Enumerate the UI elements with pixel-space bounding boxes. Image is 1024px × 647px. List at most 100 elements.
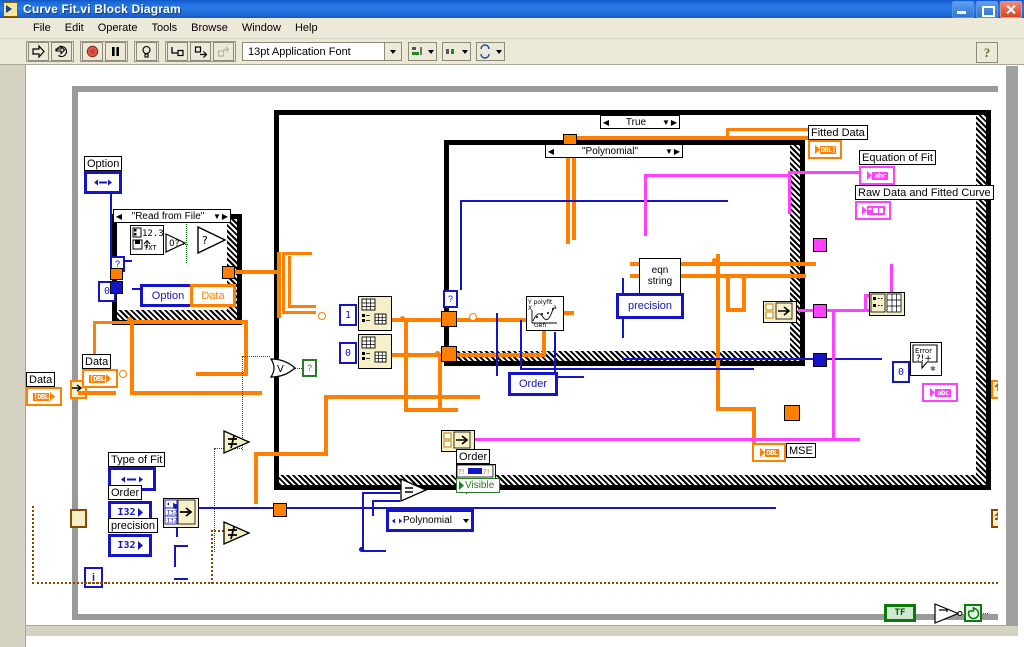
- option-local[interactable]: Option: [140, 284, 196, 307]
- raw-data-and-fitted-curve-indicator[interactable]: [855, 201, 891, 220]
- index-array-node-zero[interactable]: [358, 334, 392, 369]
- eqn-string-subvi[interactable]: eqn string: [639, 258, 681, 294]
- not-equal-node-lower[interactable]: [223, 521, 251, 545]
- menu-window[interactable]: Window: [235, 20, 288, 36]
- order-property-visible-row[interactable]: Visible: [456, 478, 500, 493]
- poly-tunnel-bottom[interactable]: [784, 405, 800, 421]
- case-next-arrow-icon[interactable]: ▶: [670, 118, 678, 127]
- data-inner-type-label: [DBL: [88, 374, 106, 383]
- reorder-button[interactable]: [476, 42, 505, 61]
- distribute-objects-button[interactable]: [442, 42, 471, 61]
- menu-help[interactable]: Help: [288, 20, 325, 36]
- maximize-button[interactable]: [976, 0, 998, 18]
- wire-pink-eqn-up: [644, 174, 647, 236]
- option-control[interactable]: [84, 171, 122, 194]
- menu-operate[interactable]: Operate: [91, 20, 145, 36]
- poly-next-arrow-icon[interactable]: ▶: [673, 147, 681, 156]
- index-constant-zero-b[interactable]: 0: [339, 342, 357, 364]
- general-error-handler-vi[interactable]: Error ?!+ ✱: [910, 342, 942, 376]
- index-constant-one[interactable]: 1: [339, 304, 357, 326]
- abort-execution-icon[interactable]: [82, 42, 103, 61]
- wire-blue-poly-const: [372, 500, 374, 516]
- loop-condition-terminal[interactable]: [964, 604, 982, 622]
- stop-boolean-control[interactable]: TF: [884, 604, 916, 622]
- rff-input-tunnel-blue[interactable]: [110, 281, 123, 294]
- wire-tunnel-poly-1: [474, 318, 534, 322]
- order-local[interactable]: Order: [508, 372, 558, 396]
- outer-case-tunnel-pink-2[interactable]: [813, 304, 827, 318]
- error-string-indicator[interactable]: abc: [922, 383, 958, 402]
- general-polynomial-fit-vi[interactable]: Y polyfit X a Gen: [526, 296, 564, 331]
- poly-prev-arrow-icon[interactable]: ◀: [547, 147, 555, 156]
- precision-local[interactable]: precision: [616, 293, 684, 319]
- step-over-icon[interactable]: [190, 42, 211, 61]
- menu-tools[interactable]: Tools: [144, 20, 184, 36]
- rff-input-tunnel[interactable]: [110, 268, 123, 280]
- enum-dropdown-arrow-icon[interactable]: [463, 518, 469, 523]
- shift-register-left-error[interactable]: [70, 509, 87, 528]
- run-arrow-icon[interactable]: [28, 42, 49, 61]
- outer-case-tunnel-blue[interactable]: [813, 353, 827, 367]
- highlight-execution-bulb-icon[interactable]: [136, 42, 157, 61]
- align-objects-button[interactable]: [408, 42, 437, 61]
- rff-dropdown-arrow-icon[interactable]: ▼: [213, 212, 221, 221]
- labview-block-diagram-window: Curve Fit.vi Block Diagram File Edit Ope…: [0, 0, 1024, 647]
- case-prev-arrow-icon[interactable]: ◀: [602, 118, 610, 127]
- continue-if-true-icon: [967, 606, 979, 619]
- wire-blue-prec1: [520, 320, 522, 368]
- select-node-upper[interactable]: ?: [197, 225, 227, 255]
- poly-dropdown-arrow-icon[interactable]: ▼: [665, 147, 673, 156]
- fitted-data-indicator[interactable]: DBL]: [808, 140, 842, 159]
- build-array-node[interactable]: [869, 292, 905, 316]
- case-selector-true[interactable]: ◀ True ▼ ▶: [600, 115, 680, 129]
- bundle-node-controls[interactable]: I32 I32: [163, 498, 199, 528]
- equation-of-fit-indicator[interactable]: abc: [859, 166, 895, 185]
- index-array-node-one[interactable]: [358, 296, 392, 331]
- font-selector[interactable]: 13pt Application Font: [242, 42, 402, 61]
- or-node[interactable]: V: [269, 358, 296, 378]
- mse-indicator[interactable]: DBL: [752, 443, 786, 462]
- svg-text:Gen: Gen: [534, 322, 546, 329]
- empty-array-test-node[interactable]: 0?: [165, 233, 187, 253]
- wire-pink-left-bus-up: [832, 309, 835, 441]
- menu-edit[interactable]: Edit: [58, 20, 91, 36]
- step-out-icon[interactable]: [213, 42, 234, 61]
- svg-text:✱: ✱: [930, 365, 936, 373]
- read-from-spreadsheet-file-vi[interactable]: 12.3 TXT: [130, 225, 164, 255]
- iteration-terminal: i: [84, 567, 103, 588]
- precision-control[interactable]: I32: [108, 534, 152, 557]
- case-selector-read-from-file[interactable]: ◀ "Read from File" ▼ ▶: [113, 209, 231, 223]
- error-code-constant[interactable]: 0: [892, 361, 910, 383]
- data-inner-terminal[interactable]: [DBL: [82, 369, 118, 388]
- loop-border-tunnel-circle: [318, 312, 326, 320]
- outer-case-tunnel-left[interactable]: [273, 503, 287, 517]
- rff-next-arrow-icon[interactable]: ▶: [221, 212, 229, 221]
- case-selector-polynomial[interactable]: ◀ "Polynomial" ▼ ▶: [545, 144, 683, 158]
- outer-case-tunnel-pink-1[interactable]: [813, 238, 827, 252]
- context-help-button[interactable]: ?: [976, 42, 998, 63]
- rff-output-tunnel[interactable]: [222, 266, 235, 279]
- bundle-node-right[interactable]: [763, 301, 797, 323]
- poly-tunnel-2[interactable]: [441, 346, 457, 362]
- equal-node[interactable]: [400, 478, 428, 502]
- data-local[interactable]: Data: [190, 284, 236, 307]
- menu-browse[interactable]: Browse: [184, 20, 235, 36]
- step-into-icon[interactable]: [167, 42, 188, 61]
- font-label: 13pt Application Font: [248, 45, 351, 58]
- poly-tunnel-1[interactable]: [441, 311, 457, 327]
- data-outer-terminal[interactable]: [DBL: [26, 387, 62, 406]
- case-dropdown-arrow-icon[interactable]: ▼: [662, 118, 670, 127]
- wire-to-bundle-a: [742, 278, 746, 310]
- pause-icon[interactable]: [105, 42, 126, 61]
- mse-type-label: DBL: [765, 448, 779, 457]
- font-dropdown-arrow-icon[interactable]: [384, 43, 401, 60]
- not-equal-node-upper[interactable]: [223, 430, 251, 454]
- rff-prev-arrow-icon[interactable]: ◀: [115, 212, 123, 221]
- menu-file[interactable]: File: [26, 20, 58, 36]
- block-diagram-canvas[interactable]: i ◀ True ▼ ▶ ◀ "Polynomial" ▼ ▶ ◀ "Read …: [26, 66, 998, 625]
- minimize-button[interactable]: [952, 0, 974, 18]
- close-button[interactable]: [1000, 0, 1022, 18]
- polynomial-enum-constant[interactable]: Polynomial: [386, 509, 474, 532]
- run-continuously-icon[interactable]: [51, 42, 72, 61]
- not-node[interactable]: [934, 603, 964, 624]
